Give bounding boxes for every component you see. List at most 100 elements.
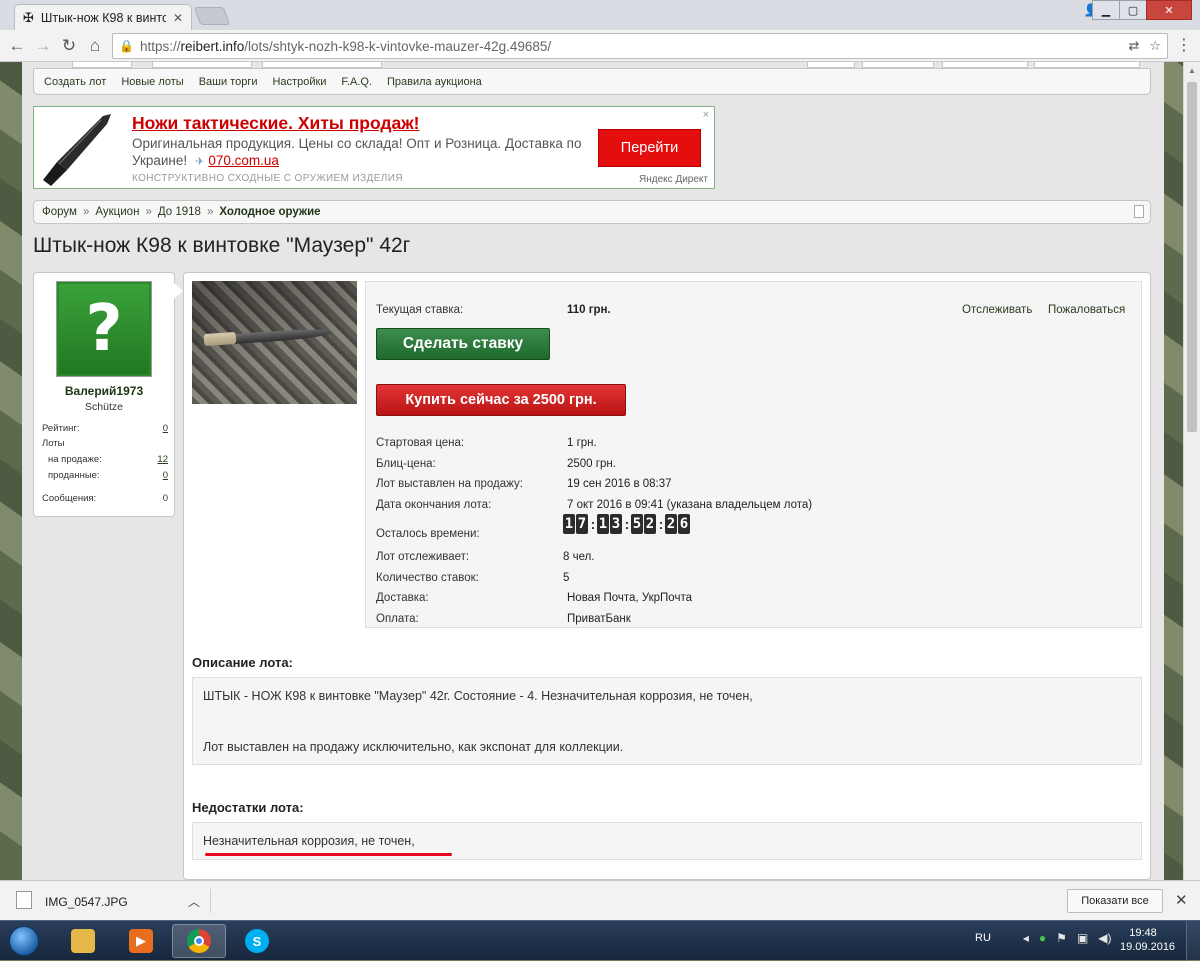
- tray-chevron-icon[interactable]: ◂: [1023, 931, 1029, 945]
- blitz-price-label: Блиц-цена:: [376, 458, 436, 470]
- lock-icon: 🔒: [119, 39, 134, 53]
- ad-knife-image[interactable]: [37, 110, 117, 187]
- breadcrumb-separator: »: [206, 206, 214, 218]
- ad-title[interactable]: Ножи тактические. Хиты продаж!: [132, 113, 420, 134]
- system-tray: RU ◂ ● ⚑ ▣ ◀): [975, 931, 1112, 945]
- subnav-new-lots[interactable]: Новые лоты: [121, 76, 183, 88]
- browser-tab[interactable]: ✠ Штык-нож К98 к винтов ✕: [14, 4, 192, 30]
- subnav-create-lot[interactable]: Создать лот: [44, 76, 106, 88]
- on-sale-row: на продаже: 12: [48, 454, 168, 465]
- back-icon[interactable]: ←: [6, 35, 28, 57]
- translate-icon[interactable]: ⇄: [1128, 38, 1139, 54]
- auction-subnav: Создать лот Новые лоты Ваши торги Настро…: [33, 68, 1151, 95]
- taskbar-explorer[interactable]: [56, 924, 110, 958]
- breadcrumb-before-1918[interactable]: До 1918: [158, 206, 201, 218]
- start-button[interactable]: [4, 923, 44, 959]
- watchers-label: Лот отслеживает:: [376, 551, 470, 563]
- on-sale-value[interactable]: 12: [157, 454, 168, 465]
- ad-close-icon[interactable]: ×: [703, 109, 709, 121]
- description-line: Лот выставлен на продажу исключительно, …: [203, 740, 624, 754]
- download-bar-close-icon[interactable]: ✕: [1175, 891, 1188, 909]
- avatar-question-icon: ?: [59, 284, 149, 374]
- forum-content: Создать лот Новые лоты Ваши торги Настро…: [22, 62, 1164, 880]
- listed-label: Лот выставлен на продажу:: [376, 478, 523, 490]
- browser-menu-icon[interactable]: ⋮: [1176, 35, 1192, 55]
- forward-icon[interactable]: →: [32, 35, 54, 57]
- network-icon[interactable]: ▣: [1077, 931, 1088, 945]
- page-scrollbar[interactable]: ▲: [1183, 62, 1200, 880]
- tray-app-icon[interactable]: ●: [1039, 931, 1046, 945]
- delivery-label: Доставка:: [376, 592, 429, 604]
- description-line: ШТЫК - НОЖ К98 к винтовке "Маузер" 42г. …: [203, 689, 753, 703]
- address-bar[interactable]: 🔒 https://reibert.info/lots/shtyk-nozh-k…: [112, 33, 1168, 59]
- lot-photo[interactable]: [192, 281, 357, 404]
- subnav-rules[interactable]: Правила аукциона: [387, 76, 482, 88]
- timer-digit: 5: [631, 514, 643, 534]
- window-close-icon[interactable]: ✕: [1146, 0, 1192, 20]
- track-link[interactable]: Отслеживать: [962, 304, 1032, 316]
- new-tab-button[interactable]: [193, 7, 231, 25]
- breadcrumb: Форум » Аукцион » До 1918 » Холодное ору…: [33, 200, 1151, 224]
- maximize-icon[interactable]: ▢: [1119, 0, 1147, 20]
- buy-now-button[interactable]: Купить сейчас за 2500 грн.: [376, 384, 626, 416]
- lots-row: Лоты: [42, 438, 168, 449]
- scroll-up-icon[interactable]: ▲: [1184, 62, 1200, 78]
- seller-rank: Schütze: [85, 401, 123, 413]
- current-bid-label: Текущая ставка:: [376, 304, 464, 316]
- taskbar-media-player[interactable]: ▶: [114, 924, 168, 958]
- subnav-your-bids[interactable]: Ваши торги: [199, 76, 258, 88]
- ad-go-button[interactable]: Перейти: [598, 129, 701, 167]
- browser-tab-bar: ✠ Штык-нож К98 к винтов ✕ 👤 ▁ ▢ ✕: [0, 0, 1200, 30]
- ad-link[interactable]: 070.com.ua: [208, 153, 279, 168]
- tab-close-icon[interactable]: ✕: [173, 11, 183, 25]
- divider: [210, 889, 211, 913]
- language-indicator[interactable]: RU: [975, 932, 991, 944]
- url-text[interactable]: https://reibert.info/lots/shtyk-nozh-k98…: [140, 39, 1118, 54]
- sold-value[interactable]: 0: [163, 470, 168, 481]
- page-icon[interactable]: [1134, 205, 1144, 218]
- timer-digit: 7: [576, 514, 588, 534]
- media-player-icon: ▶: [129, 929, 153, 953]
- bookmark-star-icon[interactable]: ☆: [1149, 38, 1161, 54]
- listed-value: 19 сен 2016 в 08:37: [567, 478, 672, 490]
- home-icon[interactable]: ⌂: [84, 35, 106, 57]
- timer-digit: 1: [563, 514, 575, 534]
- delivery-value: Новая Почта, УкрПочта: [567, 592, 692, 604]
- payment-label: Оплата:: [376, 613, 419, 625]
- show-desktop-button[interactable]: [1186, 921, 1200, 961]
- rating-value[interactable]: 0: [163, 423, 168, 434]
- avatar[interactable]: ?: [56, 281, 152, 377]
- minimize-icon[interactable]: ▁: [1092, 0, 1120, 20]
- taskbar-clock[interactable]: 19:48 19.09.2016: [1120, 926, 1175, 954]
- subnav-faq[interactable]: F.A.Q.: [341, 76, 372, 88]
- place-bid-button[interactable]: Сделать ставку: [376, 328, 550, 360]
- site-favicon-icon: ✠: [23, 9, 34, 25]
- page-viewport: Создать лот Новые лоты Ваши торги Настро…: [0, 62, 1200, 880]
- show-all-downloads-button[interactable]: Показати все: [1067, 889, 1163, 913]
- taskbar-chrome[interactable]: [172, 924, 226, 958]
- volume-icon[interactable]: ◀): [1098, 931, 1111, 945]
- ad-source[interactable]: Яндекс Директ: [639, 174, 708, 185]
- breadcrumb-auction[interactable]: Аукцион: [95, 206, 139, 218]
- seller-username[interactable]: Валерий1973: [34, 384, 174, 398]
- ad-banner[interactable]: Ножи тактические. Хиты продаж! Оригиналь…: [33, 106, 715, 189]
- breadcrumb-forum[interactable]: Форум: [42, 206, 77, 218]
- report-link[interactable]: Пожаловаться: [1048, 304, 1125, 316]
- tab-title: Штык-нож К98 к винтов: [40, 10, 166, 25]
- clock-time: 19:48: [1129, 927, 1157, 939]
- breadcrumb-current[interactable]: Холодное оружие: [219, 206, 320, 218]
- scrollbar-thumb[interactable]: [1187, 82, 1197, 432]
- reload-icon[interactable]: ↻: [58, 35, 80, 57]
- window-controls: ▁ ▢ ✕: [1092, 0, 1192, 20]
- download-filename[interactable]: IMG_0547.JPG: [45, 895, 128, 909]
- bayonet-blade-shape: [221, 327, 333, 345]
- end-date-label: Дата окончания лота:: [376, 499, 492, 511]
- subnav-settings[interactable]: Настройки: [272, 76, 326, 88]
- skype-icon: S: [245, 929, 269, 953]
- bid-panel: Текущая ставка: 110 грн. Отслеживать Пож…: [365, 281, 1142, 628]
- url-domain: reibert.info: [180, 38, 245, 54]
- tray-flag-icon[interactable]: ⚑: [1056, 931, 1067, 945]
- current-bid-value: 110 грн.: [567, 304, 611, 316]
- download-options-caret-icon[interactable]: ︿: [188, 893, 200, 910]
- taskbar-skype[interactable]: S: [230, 924, 284, 958]
